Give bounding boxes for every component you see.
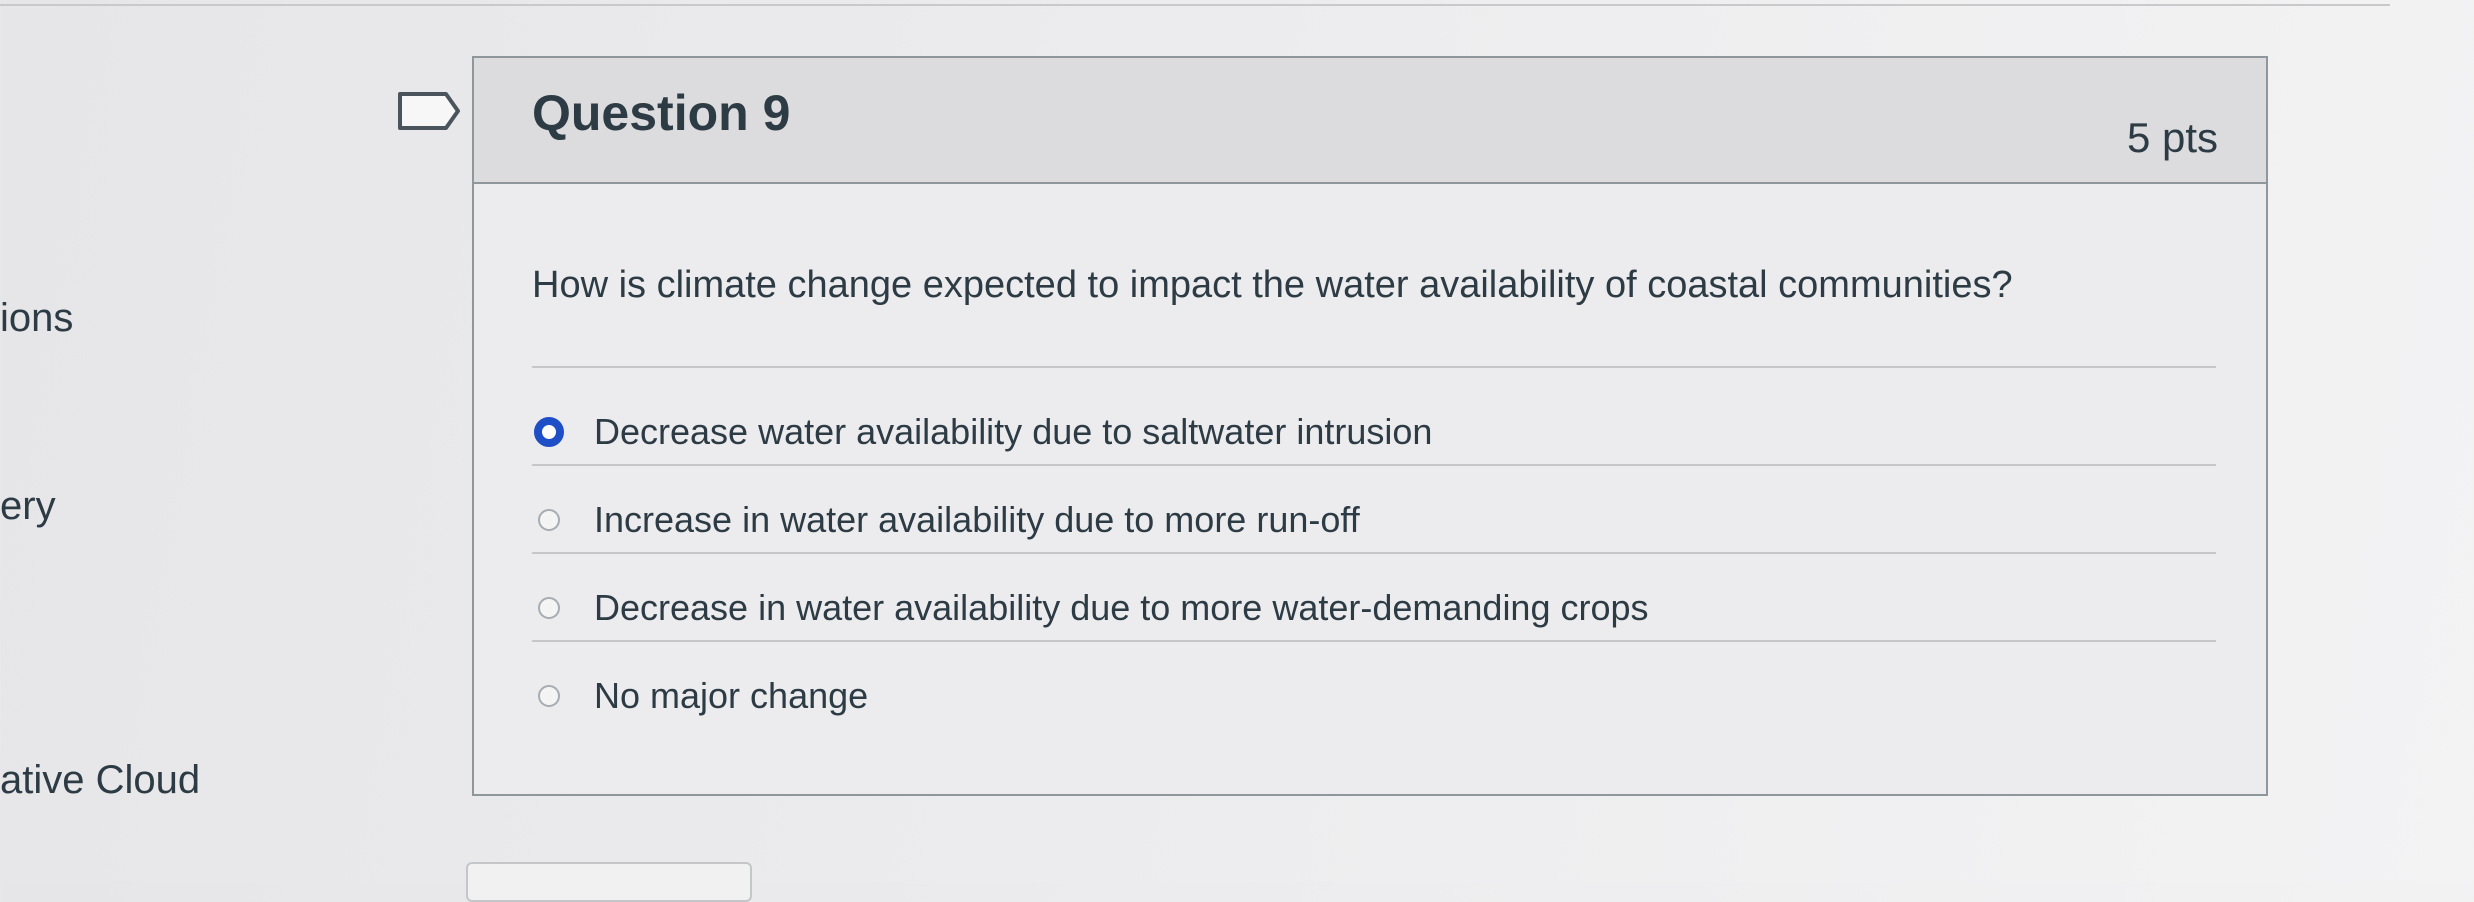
nav-item-creative-cloud[interactable]: ative Cloud [0, 758, 200, 803]
answer-divider [532, 464, 2216, 466]
radio-button-selected[interactable] [534, 417, 564, 447]
answer-divider [532, 366, 2216, 368]
answer-option-1[interactable]: Decrease water availability due to saltw… [534, 402, 2138, 462]
question-header: Question 9 5 pts [474, 58, 2266, 184]
radio-button[interactable] [538, 509, 560, 531]
top-divider [0, 0, 2390, 6]
question-points: 5 pts [2126, 114, 2218, 161]
nav-item-questions[interactable]: ions [0, 296, 73, 341]
answer-divider [532, 640, 2216, 642]
answer-label: Increase in water availability due to mo… [594, 499, 1360, 540]
next-button[interactable] [466, 862, 752, 902]
radio-button[interactable] [538, 685, 560, 707]
flag-question-icon-graphic [398, 92, 460, 130]
question-text: How is climate change expected to impact… [532, 264, 2013, 306]
answer-divider [532, 552, 2216, 554]
radio-button[interactable] [538, 597, 560, 619]
answer-option-4[interactable]: No major change [538, 666, 2138, 726]
answer-label: Decrease water availability due to saltw… [594, 411, 1433, 452]
answer-option-3[interactable]: Decrease in water availability due to mo… [538, 578, 2138, 638]
answer-label: No major change [594, 675, 869, 716]
flag-question-icon[interactable] [396, 90, 462, 132]
nav-item-gallery[interactable]: ery [0, 484, 56, 529]
course-nav: ions ery ative Cloud [0, 0, 260, 882]
answer-label: Decrease in water availability due to mo… [594, 587, 1649, 628]
question-title: Question 9 [532, 85, 791, 141]
question-card: Question 9 5 pts How is climate change e… [472, 56, 2268, 796]
answer-option-2[interactable]: Increase in water availability due to mo… [538, 490, 2138, 550]
